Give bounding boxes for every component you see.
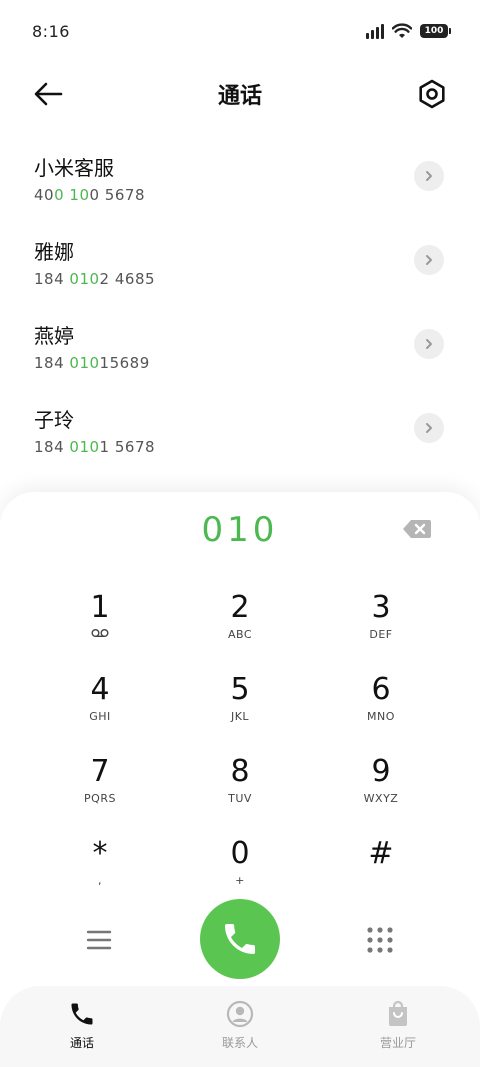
contact-number: 184 0101 5678 (34, 438, 156, 456)
signal-icon (366, 23, 384, 39)
dial-key-6[interactable]: 6 MNO (311, 670, 451, 744)
key-digit: 7 (90, 754, 110, 789)
tab-contacts[interactable]: 联系人 (190, 986, 290, 1056)
dial-key-3[interactable]: 3 DEF (311, 588, 451, 662)
key-letters: , (98, 874, 102, 887)
key-letters: TUV (228, 792, 252, 805)
dial-key-9[interactable]: 9 WXYZ (311, 752, 451, 826)
contact-name: 雅娜 (34, 240, 74, 264)
key-letters: DEF (369, 628, 393, 641)
tab-service-hall[interactable]: 营业厅 (348, 986, 448, 1056)
menu-icon[interactable] (84, 928, 114, 952)
key-digit: 0 (230, 836, 250, 871)
key-letters: MNO (367, 710, 395, 723)
battery-level: 100 (424, 26, 444, 36)
contact-row[interactable]: 雅娜 184 0102 4685 (0, 236, 480, 320)
settings-icon[interactable] (416, 78, 448, 110)
tab-label: 营业厅 (379, 1036, 416, 1050)
tab-calls[interactable]: 通话 (32, 986, 132, 1056)
key-digit: * (92, 836, 108, 871)
contact-row[interactable]: 子玲 184 0101 5678 (0, 404, 480, 488)
key-letters (311, 874, 451, 888)
tab-label: 联系人 (221, 1036, 258, 1050)
key-digit: 9 (371, 754, 391, 789)
chevron-right-icon[interactable] (414, 329, 444, 359)
contact-number: 184 01015689 (34, 354, 150, 372)
key-digit: 3 (371, 590, 391, 625)
contact-name: 小米客服 (34, 156, 114, 180)
dial-key-1[interactable]: 1 (30, 588, 170, 662)
battery-icon: 100 (420, 24, 451, 38)
key-letters: JKL (230, 710, 250, 723)
contact-number: 400 100 5678 (34, 186, 145, 204)
contact-row[interactable]: 小米客服 400 100 5678 (0, 152, 480, 236)
header: 通话 (0, 66, 480, 122)
key-letters: ABC (227, 628, 253, 641)
person-icon (226, 1000, 254, 1028)
phone-icon (225, 924, 255, 954)
call-button[interactable] (200, 899, 280, 979)
contact-number: 184 0102 4685 (34, 270, 156, 288)
key-digit: # (368, 836, 394, 871)
key-letters: WXYZ (363, 792, 399, 805)
key-digit: 5 (230, 672, 250, 707)
key-digit: 1 (90, 590, 110, 625)
dialer-panel: 010 1 2 ABC 3 DEF 4 GHI 5 JKL 6 MNO 7 PQ… (0, 492, 480, 1067)
chevron-right-icon[interactable] (414, 245, 444, 275)
dial-key-7[interactable]: 7 PQRS (30, 752, 170, 826)
contact-name: 燕婷 (34, 324, 74, 348)
dial-key-8[interactable]: 8 TUV (170, 752, 310, 826)
key-digit: 2 (230, 590, 250, 625)
dial-key-0[interactable]: 0 + (170, 834, 310, 908)
key-digit: 4 (90, 672, 110, 707)
key-digit: 6 (371, 672, 391, 707)
tab-label: 通话 (69, 1036, 94, 1050)
dial-key-hash[interactable]: # (311, 834, 451, 908)
key-letters: + (235, 874, 245, 887)
chevron-right-icon[interactable] (414, 413, 444, 443)
voicemail-icon (30, 628, 170, 642)
status-time: 8:16 (32, 22, 70, 41)
contact-name: 子玲 (34, 408, 74, 432)
key-letters: PQRS (84, 792, 116, 805)
bag-icon (389, 1000, 407, 1026)
key-digit: 8 (230, 754, 250, 789)
dial-key-2[interactable]: 2 ABC (170, 588, 310, 662)
status-icons: 100 (366, 23, 451, 39)
dial-key-star[interactable]: * , (30, 834, 170, 908)
page-title: 通话 (217, 84, 262, 109)
backspace-icon[interactable] (402, 518, 432, 540)
dial-key-5[interactable]: 5 JKL (170, 670, 310, 744)
chevron-right-icon[interactable] (414, 161, 444, 191)
contact-row[interactable]: 燕婷 184 01015689 (0, 320, 480, 404)
status-bar: 8:16 100 (0, 0, 480, 66)
key-letters: GHI (89, 710, 111, 723)
keypad-toggle-icon[interactable] (366, 926, 394, 954)
phone-icon (71, 1003, 93, 1025)
bottom-tab-bar: 通话 联系人 营业厅 (0, 986, 480, 1067)
dial-key-4[interactable]: 4 GHI (30, 670, 170, 744)
wifi-icon (392, 23, 412, 38)
